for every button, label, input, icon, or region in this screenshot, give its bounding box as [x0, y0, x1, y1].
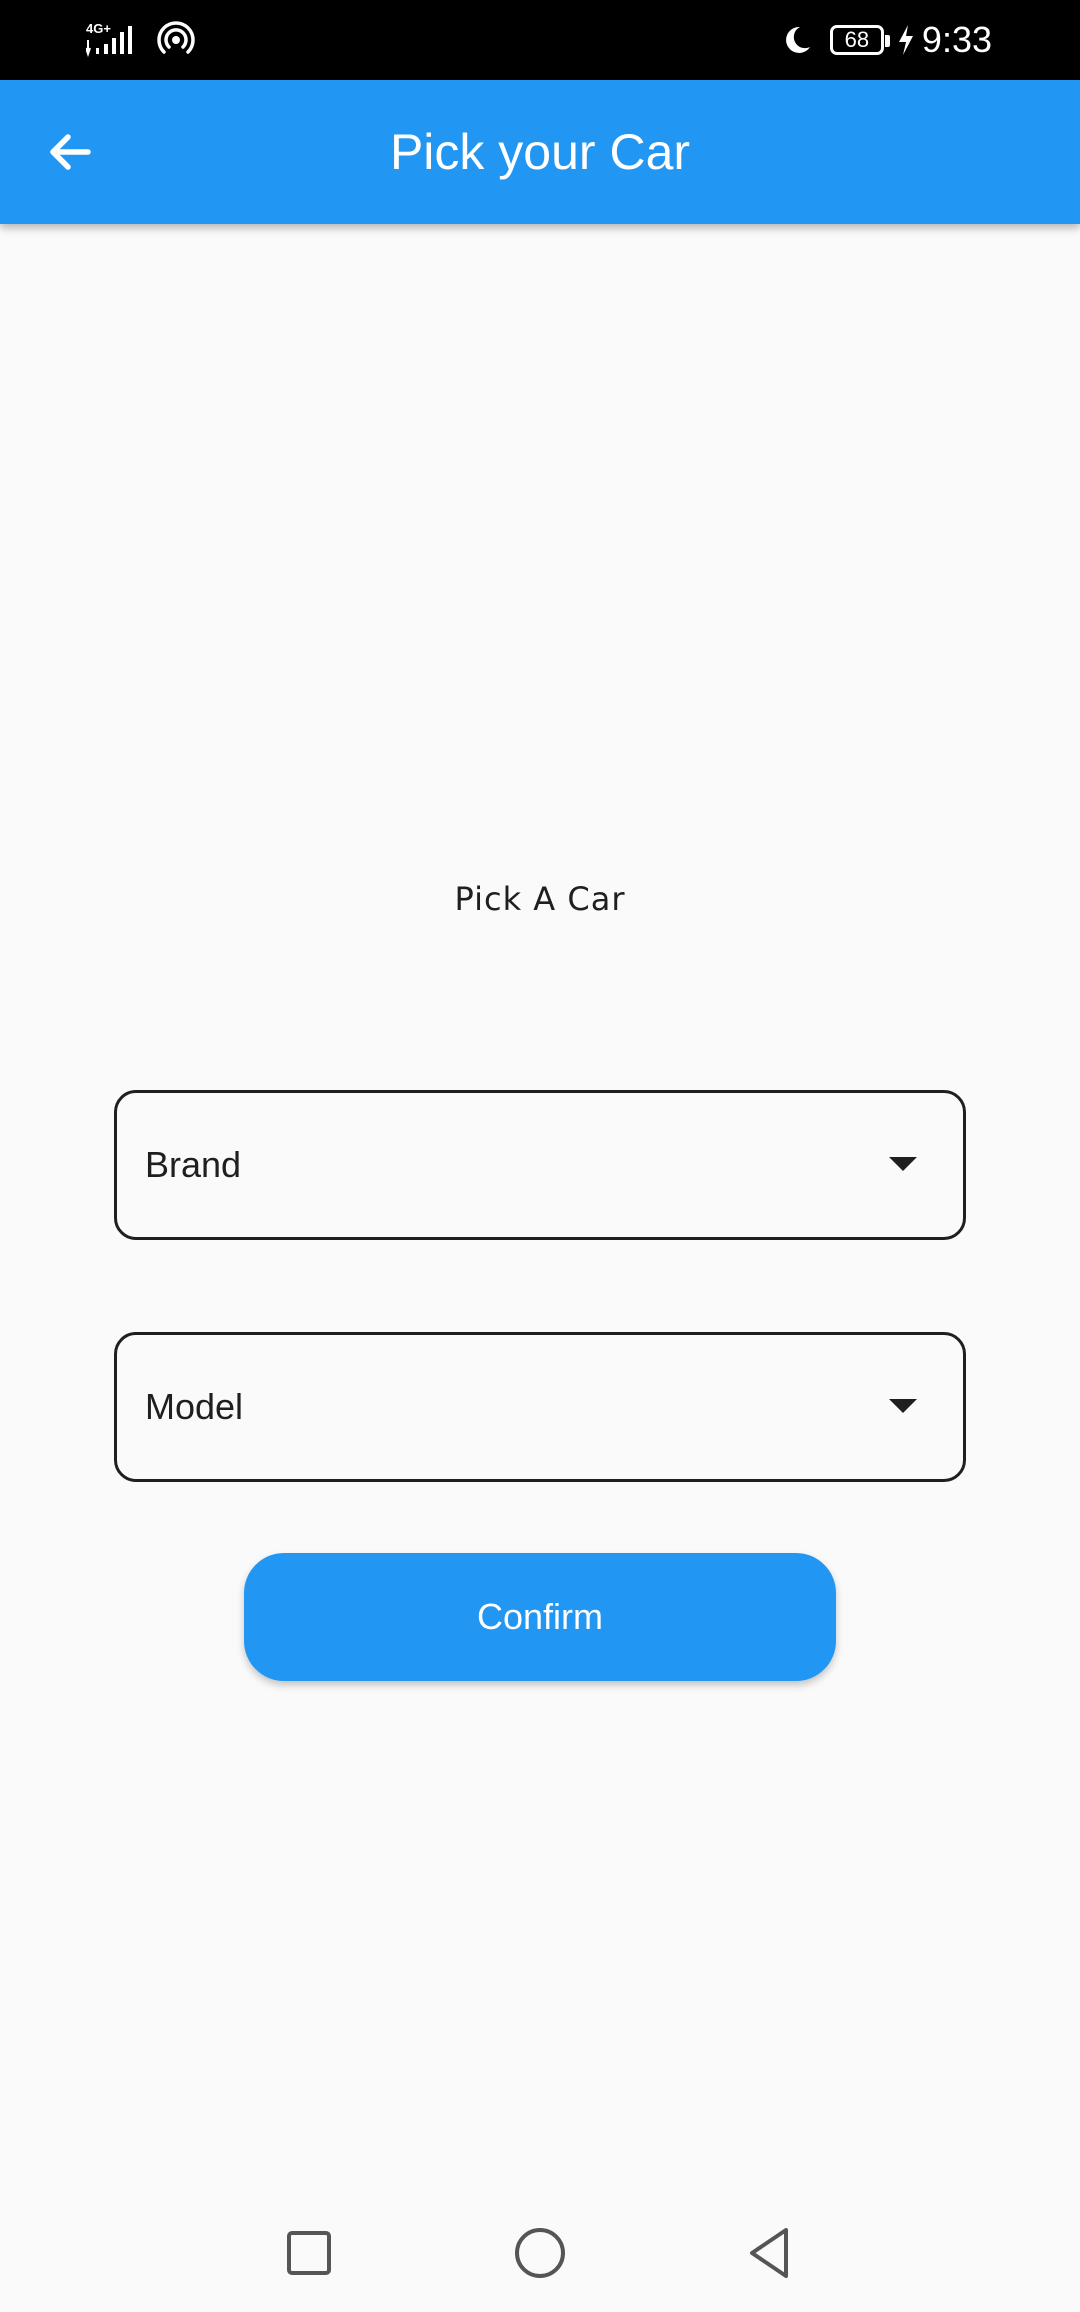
- status-time: 9:33: [921, 19, 992, 60]
- moon-icon: [785, 26, 810, 53]
- signal-icon: 4G+: [86, 21, 132, 58]
- recents-square-icon: [287, 2231, 331, 2275]
- confirm-button[interactable]: Confirm: [244, 1553, 836, 1681]
- status-left: 4G+: [86, 18, 196, 62]
- section-heading: Pick A Car: [454, 880, 626, 918]
- charging-icon: [898, 25, 913, 55]
- recents-button[interactable]: [264, 2208, 354, 2298]
- arrow-left-icon: [50, 134, 91, 170]
- network-type-label: 4G+: [86, 21, 111, 36]
- home-button[interactable]: [495, 2208, 585, 2298]
- battery-level: 68: [844, 27, 870, 52]
- confirm-button-label: Confirm: [476, 1596, 604, 1637]
- brand-dropdown[interactable]: Brand: [114, 1090, 966, 1240]
- home-circle-icon: [515, 2228, 565, 2278]
- model-dropdown-label: Model: [145, 1386, 244, 1427]
- battery-icon: 68: [829, 25, 890, 55]
- back-triangle-icon: [750, 2228, 788, 2278]
- hotspot-icon: [157, 21, 195, 54]
- brand-dropdown-label: Brand: [145, 1144, 242, 1185]
- dropdown-arrow-icon: [889, 1399, 917, 1413]
- status-bar: 4G+ 68 9:33: [0, 0, 1080, 80]
- page-title: Pick your Car: [389, 124, 691, 180]
- model-dropdown[interactable]: Model: [114, 1332, 966, 1482]
- back-button[interactable]: [30, 112, 110, 192]
- system-back-button[interactable]: [724, 2208, 814, 2298]
- dropdown-arrow-icon: [889, 1157, 917, 1171]
- pick-car-screen: 4G+ 68 9:33 Pick your Car Pick A Car Bra…: [0, 0, 1080, 2312]
- app-bar: Pick your Car: [0, 80, 1080, 224]
- navigation-bar: [0, 2188, 1080, 2312]
- status-right: 68 9:33: [780, 16, 992, 64]
